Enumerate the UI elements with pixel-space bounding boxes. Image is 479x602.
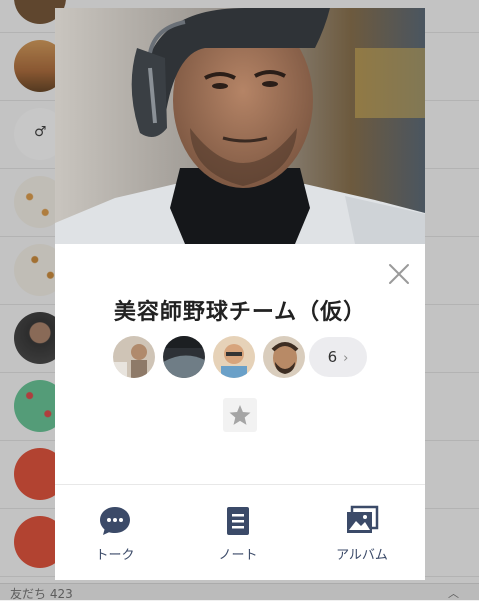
group-profile-card: 美容師野球チーム（仮） 6 › トーク ノート アルバム: [55, 8, 425, 580]
close-icon[interactable]: [387, 262, 411, 286]
member-avatar[interactable]: [113, 336, 155, 378]
star-icon: [229, 405, 251, 425]
favorite-button[interactable]: [223, 398, 257, 432]
chevron-right-icon: ›: [343, 351, 349, 366]
divider: [55, 484, 425, 485]
note-button[interactable]: ノート: [188, 504, 288, 563]
album-button[interactable]: アルバム: [312, 504, 412, 563]
talk-label: トーク: [95, 548, 135, 563]
note-label: ノート: [218, 548, 258, 563]
more-members-count: 6: [327, 348, 338, 366]
more-members-button[interactable]: 6 ›: [309, 337, 367, 377]
group-name: 美容師野球チーム（仮）: [113, 300, 367, 325]
member-avatar[interactable]: [213, 336, 255, 378]
talk-button[interactable]: トーク: [65, 504, 165, 563]
chat-bubble-icon: [100, 507, 130, 535]
cover-photo: [55, 8, 425, 244]
member-avatar[interactable]: [163, 336, 205, 378]
member-avatars[interactable]: 6 ›: [113, 336, 393, 380]
album-icon: [347, 505, 379, 533]
album-label: アルバム: [336, 548, 388, 563]
member-avatar[interactable]: [263, 336, 305, 378]
note-icon: [227, 507, 249, 535]
